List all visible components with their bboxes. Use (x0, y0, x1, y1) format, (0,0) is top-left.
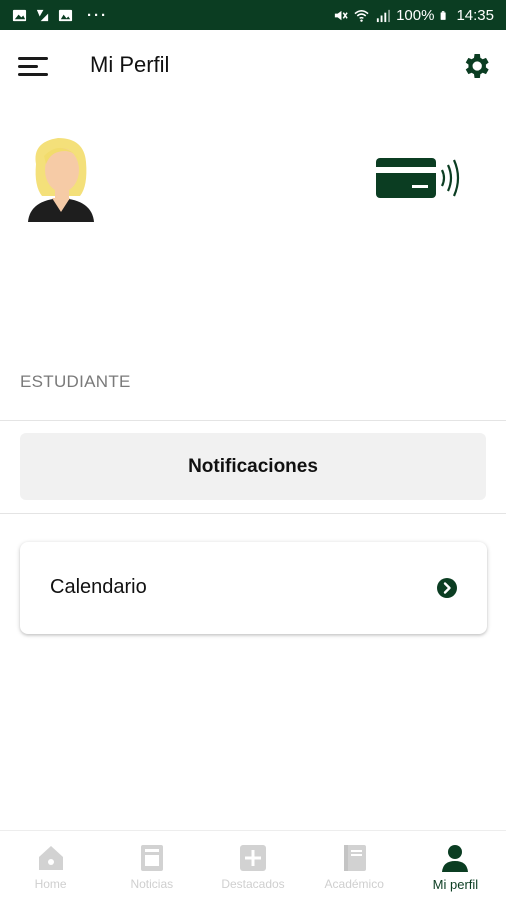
image-notification-icon (58, 9, 73, 21)
home-icon (38, 846, 63, 870)
chevron-right-icon (437, 578, 457, 598)
wifi-icon (354, 9, 369, 22)
nav-label: Noticias (130, 877, 174, 891)
battery-percent: 100% (396, 6, 435, 24)
person-icon (442, 845, 469, 872)
menu-button[interactable] (18, 54, 50, 78)
status-right: 100% 14:35 (333, 7, 494, 24)
nav-label: Mi perfil (432, 877, 479, 892)
notifications-button[interactable]: Notificaciones (20, 433, 486, 500)
status-left: ··· (12, 7, 108, 24)
nav-my-profile[interactable]: Mi perfil (405, 831, 506, 900)
plus-square-icon (240, 845, 266, 871)
battery-icon (441, 10, 447, 20)
bottom-navigation: Home Noticias Destacados Académico Mi pe… (0, 830, 506, 900)
book-icon (344, 845, 367, 871)
nav-label: Académico (324, 877, 384, 891)
avatar[interactable] (22, 134, 100, 222)
settings-gear-icon[interactable] (460, 50, 492, 82)
nav-label: Destacados (221, 877, 285, 891)
app-bar: Mi Perfil (0, 30, 506, 102)
calendar-label: Calendario (50, 576, 147, 598)
news-icon (140, 845, 163, 871)
menu-icon-line-2 (18, 65, 38, 68)
nfc-card-icon[interactable] (372, 152, 468, 204)
page-title: Mi Perfil (90, 52, 170, 77)
divider (0, 513, 506, 514)
divider (0, 420, 506, 421)
nav-label: Home (34, 877, 67, 891)
nav-news[interactable]: Noticias (101, 831, 202, 900)
gallery-notification-icon (12, 9, 27, 21)
menu-icon-line-3 (18, 73, 48, 76)
download-notification-icon (36, 9, 49, 21)
mute-icon (334, 10, 348, 20)
calendar-card[interactable]: Calendario (20, 542, 487, 634)
menu-icon-line-1 (18, 57, 48, 60)
status-bar: ··· 100% 14:35 (0, 0, 506, 30)
nav-home[interactable]: Home (0, 831, 101, 900)
clock: 14:35 (456, 6, 494, 24)
nav-academic[interactable]: Académico (304, 831, 405, 900)
more-notifications: ··· (87, 6, 108, 24)
nav-featured[interactable]: Destacados (202, 831, 303, 900)
signal-icon (376, 9, 391, 22)
role-label: ESTUDIANTE (20, 372, 131, 391)
